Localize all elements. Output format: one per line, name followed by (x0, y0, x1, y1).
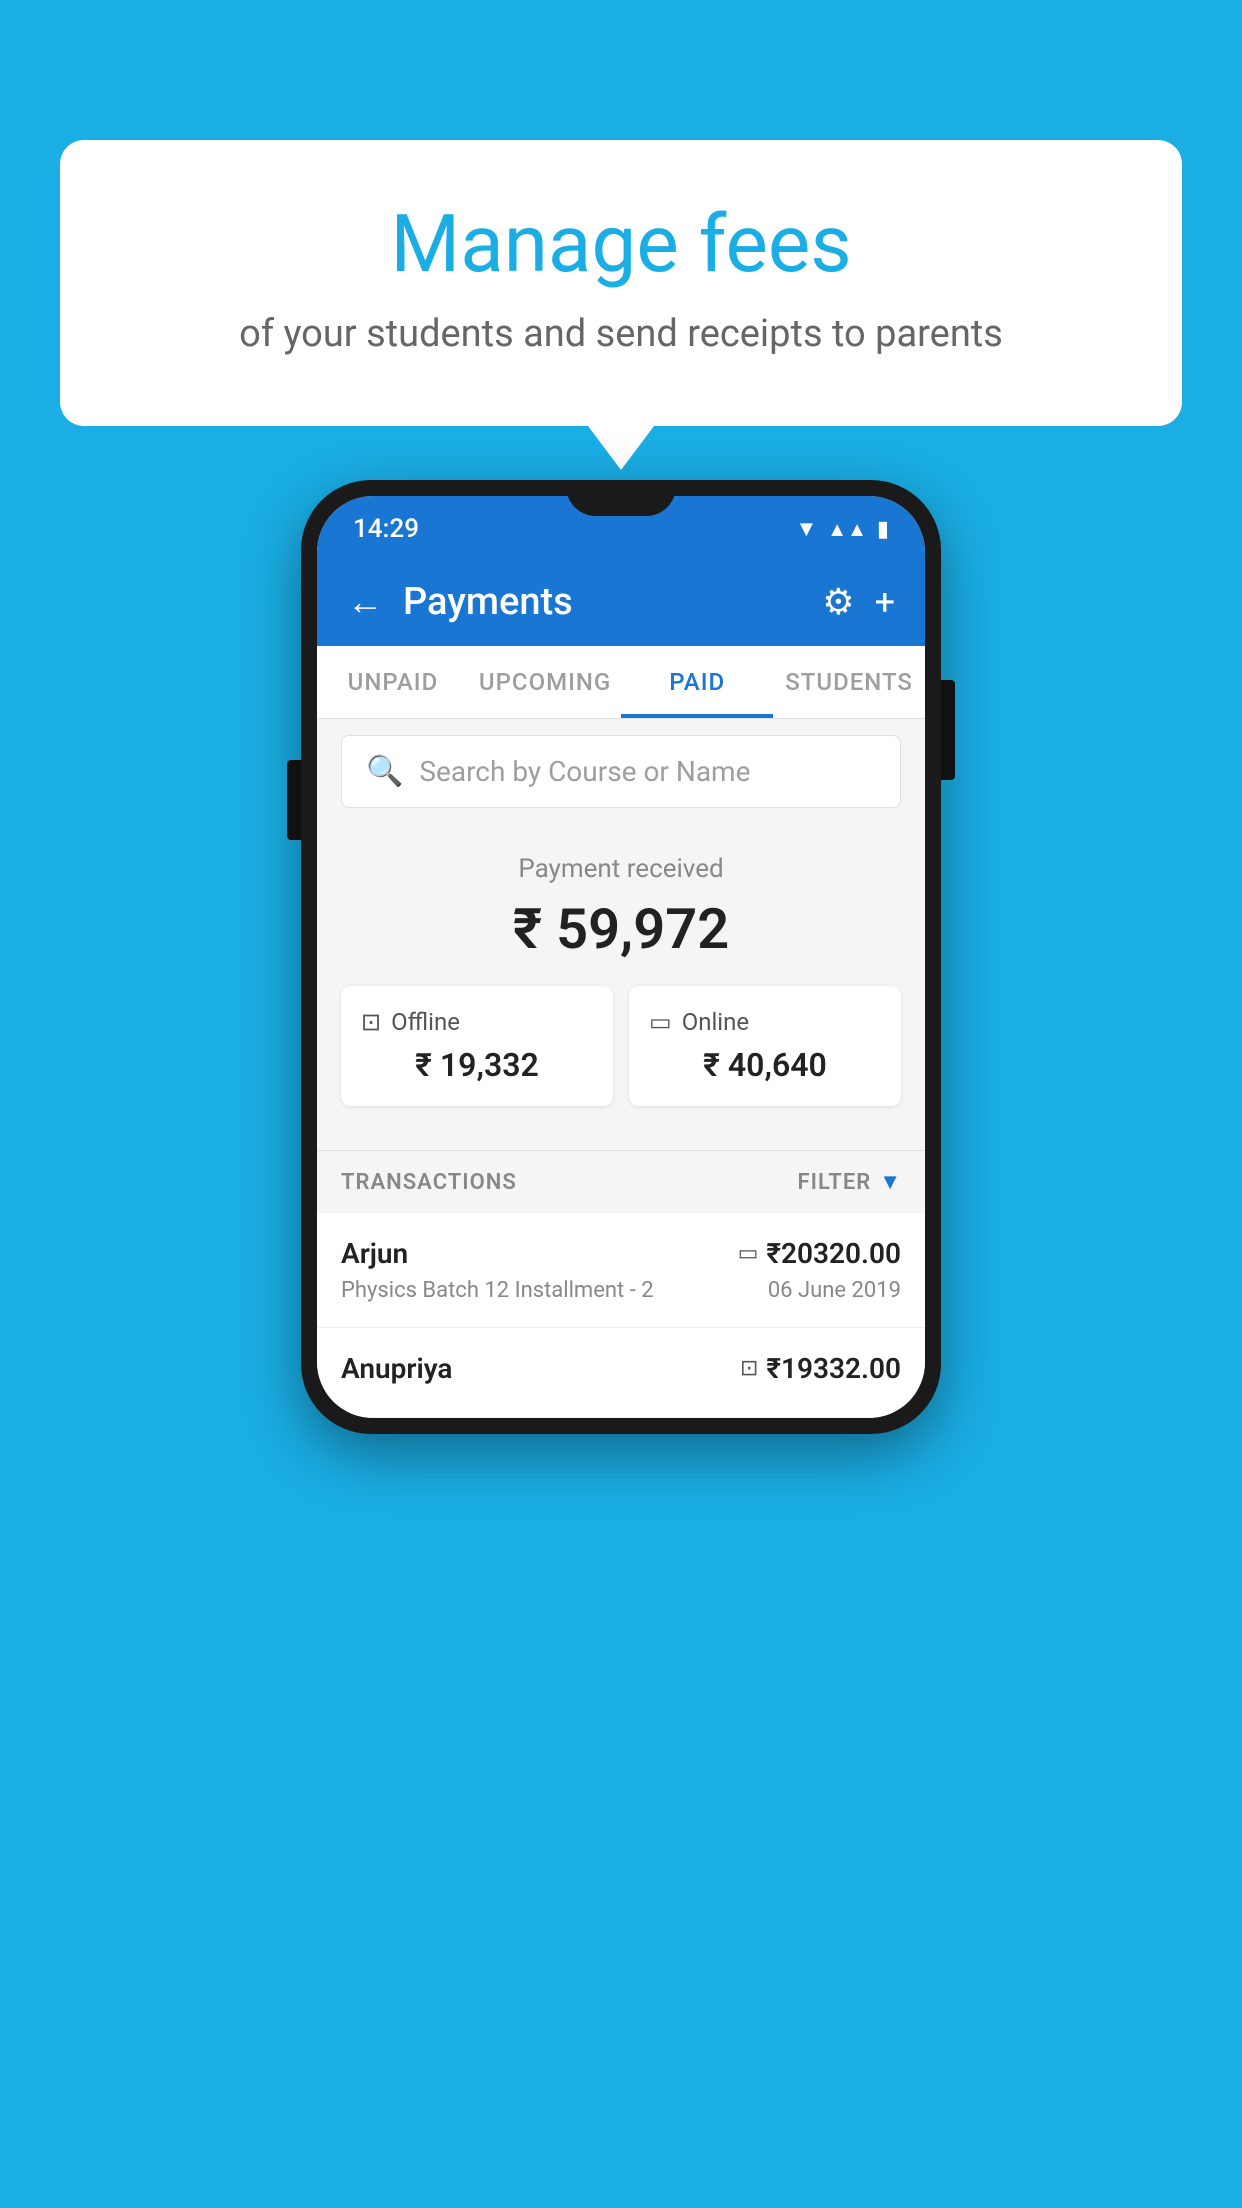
phone-frame: 14:29 ▼ ▲▲ ▮ ← Payments ⚙ + (301, 480, 941, 1434)
phone-mockup: 14:29 ▼ ▲▲ ▮ ← Payments ⚙ + (301, 480, 941, 1434)
transaction-payment-icon-1: ▭ (738, 1241, 759, 1266)
payment-cards: ⊡ Offline ₹ 19,332 ▭ Online ₹ 40,640 (341, 986, 901, 1126)
bubble-title: Manage fees (140, 200, 1102, 288)
transactions-label: TRANSACTIONS (341, 1170, 517, 1195)
back-button[interactable]: ← (347, 581, 383, 623)
transaction-name-1: Arjun (341, 1237, 408, 1270)
transaction-date-1: 06 June 2019 (768, 1278, 901, 1303)
tabs-container: UNPAID UPCOMING PAID STUDENTS (317, 646, 925, 719)
transaction-row-inner-1: Arjun ▭ ₹20320.00 (341, 1237, 901, 1270)
payment-received-amount: ₹ 59,972 (341, 896, 901, 962)
offline-card-header: ⊡ Offline (361, 1008, 593, 1036)
transaction-details-1: Physics Batch 12 Installment - 2 06 June… (341, 1278, 901, 1303)
bubble-subtitle: of your students and send receipts to pa… (140, 312, 1102, 356)
tab-unpaid[interactable]: UNPAID (317, 646, 469, 718)
transaction-row-inner-2: Anupriya ⊡ ₹19332.00 (341, 1352, 901, 1385)
transaction-amount-1: ₹20320.00 (766, 1237, 901, 1270)
payment-received-section: Payment received ₹ 59,972 ⊡ Offline ₹ 19… (317, 824, 925, 1150)
page-title: Payments (403, 580, 573, 624)
signal-icon: ▲▲ (827, 517, 867, 542)
header-left: ← Payments (347, 580, 573, 624)
status-time: 14:29 (353, 514, 419, 544)
transaction-course-1: Physics Batch 12 Installment - 2 (341, 1278, 654, 1303)
search-icon: 🔍 (366, 754, 403, 789)
transaction-row[interactable]: Arjun ▭ ₹20320.00 Physics Batch 12 Insta… (317, 1213, 925, 1328)
transaction-amount-wrapper-1: ▭ ₹20320.00 (738, 1237, 901, 1270)
header-right: ⚙ + (822, 581, 895, 623)
transaction-row-2[interactable]: Anupriya ⊡ ₹19332.00 (317, 1328, 925, 1418)
settings-icon[interactable]: ⚙ (822, 581, 854, 623)
search-container: 🔍 Search by Course or Name (317, 719, 925, 824)
transaction-payment-icon-2: ⊡ (740, 1356, 758, 1381)
transaction-amount-2: ₹19332.00 (766, 1352, 901, 1385)
phone-screen: 14:29 ▼ ▲▲ ▮ ← Payments ⚙ + (317, 496, 925, 1418)
tab-paid[interactable]: PAID (621, 646, 773, 718)
online-label: Online (682, 1008, 749, 1036)
filter-icon: ▼ (879, 1169, 901, 1195)
tab-upcoming[interactable]: UPCOMING (469, 646, 621, 718)
transactions-header: TRANSACTIONS FILTER ▼ (317, 1150, 925, 1213)
tab-students[interactable]: STUDENTS (773, 646, 925, 718)
speech-bubble-container: Manage fees of your students and send re… (60, 140, 1182, 426)
payment-received-label: Payment received (341, 854, 901, 884)
add-icon[interactable]: + (875, 581, 895, 623)
filter-button[interactable]: FILTER ▼ (798, 1169, 901, 1195)
status-icons: ▼ ▲▲ ▮ (796, 516, 889, 542)
online-card: ▭ Online ₹ 40,640 (629, 986, 901, 1106)
offline-amount: ₹ 19,332 (361, 1046, 593, 1084)
filter-label: FILTER (798, 1170, 872, 1195)
speech-bubble: Manage fees of your students and send re… (60, 140, 1182, 426)
phone-notch (566, 480, 676, 516)
transaction-name-2: Anupriya (341, 1352, 452, 1385)
app-header: ← Payments ⚙ + (317, 558, 925, 646)
wifi-icon: ▼ (796, 516, 818, 542)
battery-icon: ▮ (877, 517, 889, 542)
search-box[interactable]: 🔍 Search by Course or Name (341, 735, 901, 808)
search-placeholder-text: Search by Course or Name (419, 755, 750, 788)
online-amount: ₹ 40,640 (649, 1046, 881, 1084)
offline-payment-icon: ⊡ (361, 1008, 381, 1036)
online-card-header: ▭ Online (649, 1008, 881, 1036)
offline-card: ⊡ Offline ₹ 19,332 (341, 986, 613, 1106)
transaction-amount-wrapper-2: ⊡ ₹19332.00 (740, 1352, 901, 1385)
online-payment-icon: ▭ (649, 1008, 672, 1036)
offline-label: Offline (391, 1008, 460, 1036)
